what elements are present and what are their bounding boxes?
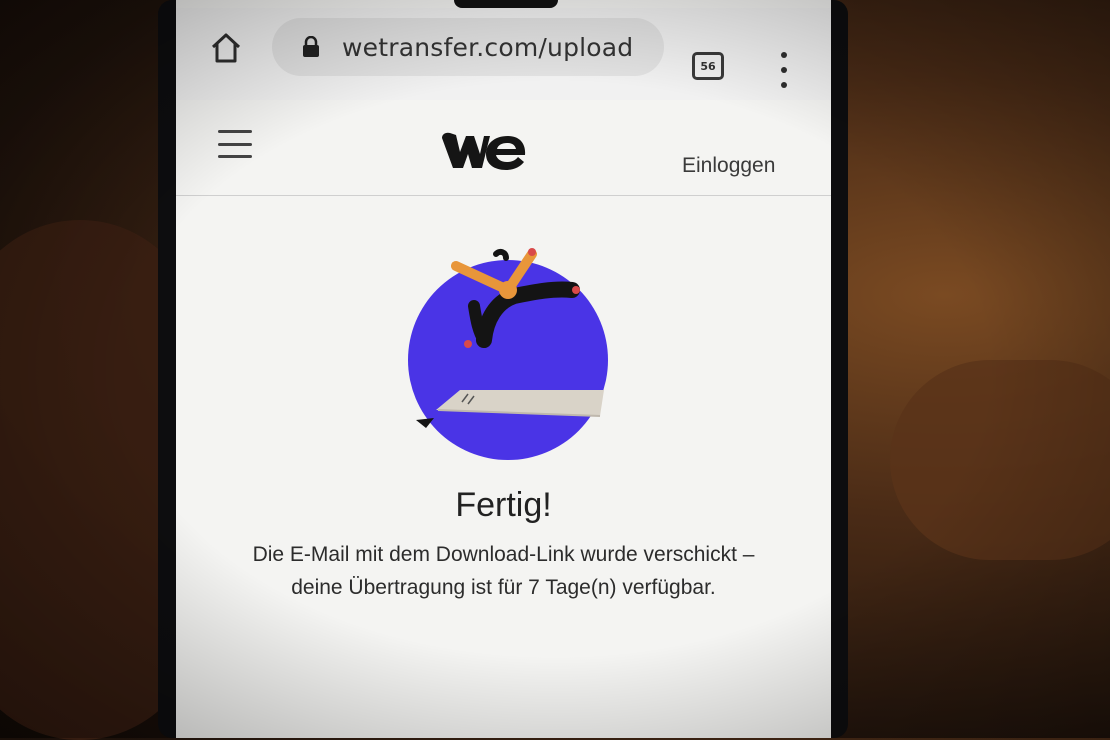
- site-header: Einloggen: [176, 100, 831, 196]
- url-text: wetransfer.com/upload: [342, 32, 634, 62]
- tab-switcher-button[interactable]: 56: [692, 52, 724, 80]
- home-icon: [211, 33, 241, 63]
- more-vert-icon[interactable]: [772, 52, 796, 88]
- success-illustration: [408, 248, 608, 460]
- browser-toolbar: wetransfer.com/upload 56: [176, 8, 831, 101]
- hamburger-menu-icon[interactable]: [218, 130, 252, 158]
- confirmation-message: Die E-Mail mit dem Download-Link wurde v…: [252, 543, 755, 599]
- page-title: Fertig!: [455, 486, 552, 524]
- login-link[interactable]: Einloggen: [682, 154, 775, 178]
- phone-screen: wetransfer.com/upload 56 Einloggen Ferti…: [176, 0, 831, 738]
- address-bar[interactable]: wetransfer.com/upload: [272, 18, 664, 76]
- tab-count: 56: [700, 59, 716, 73]
- phone-notch: [454, 0, 558, 8]
- wetransfer-logo[interactable]: [438, 124, 528, 180]
- lock-icon: [302, 36, 320, 58]
- home-button[interactable]: [206, 28, 246, 68]
- background-finger: [890, 360, 1110, 560]
